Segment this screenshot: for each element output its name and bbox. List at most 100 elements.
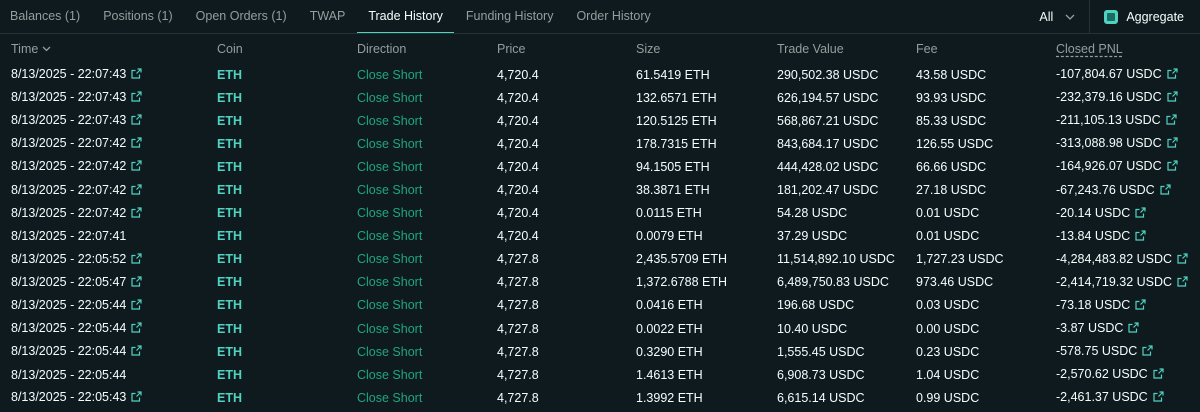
- share-pnl-icon[interactable]: [1135, 230, 1146, 244]
- column-header-coin[interactable]: Coin: [217, 34, 357, 63]
- cell-direction: Close Short: [357, 390, 423, 405]
- coin-link[interactable]: ETH: [217, 114, 242, 128]
- closed-pnl-value: -232,379.16 USDC: [1056, 90, 1162, 105]
- share-pnl-icon[interactable]: [1153, 368, 1164, 382]
- column-header-size[interactable]: Size: [636, 34, 777, 63]
- external-link-icon[interactable]: [131, 391, 142, 405]
- column-header-closed-pnl[interactable]: Closed PNL: [1056, 34, 1200, 63]
- cell-fee: 126.55 USDC: [916, 136, 994, 151]
- cell-fee: 973.46 USDC: [916, 275, 994, 290]
- cell-closed-pnl: -164,926.07 USDC: [1056, 155, 1200, 178]
- closed-pnl-value: -313,088.98 USDC: [1056, 136, 1162, 151]
- cell-direction: Close Short: [357, 136, 423, 151]
- time-value: 8/13/2025 - 22:05:44: [11, 321, 127, 336]
- coin-filter-dropdown[interactable]: All: [1039, 10, 1075, 24]
- table-row: 8/13/2025 - 22:05:52 ETH Close Short 4,7…: [0, 248, 1200, 271]
- share-pnl-icon[interactable]: [1177, 276, 1188, 290]
- cell-time: 8/13/2025 - 22:05:47: [0, 271, 217, 294]
- closed-pnl-value: -3.87 USDC: [1056, 321, 1124, 336]
- external-link-icon[interactable]: [131, 137, 142, 151]
- share-pnl-icon[interactable]: [1166, 114, 1177, 128]
- coin-link[interactable]: ETH: [217, 160, 242, 174]
- external-link-icon[interactable]: [131, 345, 142, 359]
- coin-link[interactable]: ETH: [217, 137, 242, 151]
- column-header-time[interactable]: Time: [0, 34, 217, 63]
- column-header-fee[interactable]: Fee: [916, 34, 1056, 63]
- external-link-icon[interactable]: [131, 114, 142, 128]
- tab-trade-history[interactable]: Trade History: [356, 0, 455, 33]
- share-pnl-icon[interactable]: [1153, 391, 1164, 405]
- external-link-icon[interactable]: [131, 160, 142, 174]
- external-link-icon[interactable]: [131, 322, 142, 336]
- coin-link[interactable]: ETH: [217, 275, 242, 289]
- coin-link[interactable]: ETH: [217, 229, 242, 243]
- tab-balances[interactable]: Balances (1): [0, 0, 92, 33]
- column-header-price[interactable]: Price: [497, 34, 636, 63]
- cell-size: 120.5125 ETH: [636, 113, 717, 128]
- share-pnl-icon[interactable]: [1167, 137, 1178, 151]
- cell-time: 8/13/2025 - 22:05:52: [0, 248, 217, 271]
- table-row: 8/13/2025 - 22:05:44 ETH Close Short 4,7…: [0, 363, 1200, 386]
- external-link-icon[interactable]: [131, 299, 142, 313]
- time-value: 8/13/2025 - 22:07:42: [11, 182, 127, 197]
- coin-link[interactable]: ETH: [217, 368, 242, 382]
- external-link-icon[interactable]: [131, 91, 142, 105]
- share-pnl-icon[interactable]: [1167, 160, 1178, 174]
- external-link-icon[interactable]: [131, 68, 142, 82]
- share-pnl-icon[interactable]: [1177, 253, 1188, 267]
- closed-pnl-value: -2,414,719.32 USDC: [1056, 274, 1173, 289]
- cell-price: 4,720.4: [497, 113, 539, 128]
- external-link-icon[interactable]: [131, 183, 142, 198]
- share-pnl-icon[interactable]: [1167, 68, 1178, 82]
- time-value: 8/13/2025 - 22:07:41: [11, 229, 127, 244]
- tab-open-orders[interactable]: Open Orders (1): [184, 0, 298, 33]
- aggregate-checkbox[interactable]: [1104, 9, 1119, 24]
- coin-link[interactable]: ETH: [217, 252, 242, 266]
- external-link-icon[interactable]: [131, 207, 142, 221]
- share-pnl-icon[interactable]: [1135, 207, 1146, 221]
- table-row: 8/13/2025 - 22:05:44 ETH Close Short 4,7…: [0, 340, 1200, 363]
- cell-size: 0.0022 ETH: [636, 321, 703, 336]
- share-pnl-icon[interactable]: [1135, 299, 1146, 313]
- column-header-trade-value[interactable]: Trade Value: [777, 34, 916, 63]
- cell-direction: Close Short: [357, 159, 423, 174]
- coin-link[interactable]: ETH: [217, 68, 242, 82]
- cell-direction: Close Short: [357, 321, 423, 336]
- coin-link[interactable]: ETH: [217, 91, 242, 105]
- cell-price: 4,727.8: [497, 275, 539, 290]
- share-pnl-icon[interactable]: [1167, 91, 1178, 105]
- share-pnl-icon[interactable]: [1160, 183, 1171, 198]
- cell-closed-pnl: -2,570.62 USDC: [1056, 363, 1200, 386]
- cell-coin: ETH: [217, 202, 357, 225]
- coin-link[interactable]: ETH: [217, 391, 242, 405]
- coin-link[interactable]: ETH: [217, 183, 242, 197]
- cell-size: 1.4613 ETH: [636, 367, 703, 382]
- tab-funding-history[interactable]: Funding History: [454, 0, 565, 33]
- coin-link[interactable]: ETH: [217, 206, 242, 220]
- tab-positions[interactable]: Positions (1): [92, 0, 184, 33]
- cell-trade-value: 6,908.73 USDC: [777, 367, 865, 382]
- column-header-direction[interactable]: Direction: [357, 34, 497, 63]
- share-pnl-icon[interactable]: [1142, 345, 1153, 359]
- external-link-icon[interactable]: [131, 253, 142, 267]
- share-pnl-icon[interactable]: [1128, 322, 1139, 336]
- coin-link[interactable]: ETH: [217, 322, 242, 336]
- cell-coin: ETH: [217, 363, 357, 386]
- cell-trade-value: 290,502.38 USDC: [777, 67, 879, 82]
- external-link-icon[interactable]: [131, 276, 142, 290]
- coin-link[interactable]: ETH: [217, 298, 242, 312]
- closed-pnl-value: -211,105.13 USDC: [1056, 113, 1161, 128]
- aggregate-toggle: Aggregate: [1104, 9, 1184, 24]
- cell-closed-pnl: -13.84 USDC: [1056, 225, 1200, 248]
- cell-trade-value: 196.68 USDC: [777, 298, 855, 313]
- coin-link[interactable]: ETH: [217, 345, 242, 359]
- cell-closed-pnl: -313,088.98 USDC: [1056, 132, 1200, 155]
- tab-order-history[interactable]: Order History: [565, 0, 662, 33]
- cell-coin: ETH: [217, 155, 357, 178]
- cell-time: 8/13/2025 - 22:07:43: [0, 109, 217, 132]
- time-value: 8/13/2025 - 22:07:43: [11, 113, 127, 128]
- cell-trade-value: 54.28 USDC: [777, 206, 848, 221]
- tab-twap[interactable]: TWAP: [298, 0, 357, 33]
- closed-pnl-value: -107,804.67 USDC: [1056, 67, 1162, 82]
- cell-coin: ETH: [217, 225, 357, 248]
